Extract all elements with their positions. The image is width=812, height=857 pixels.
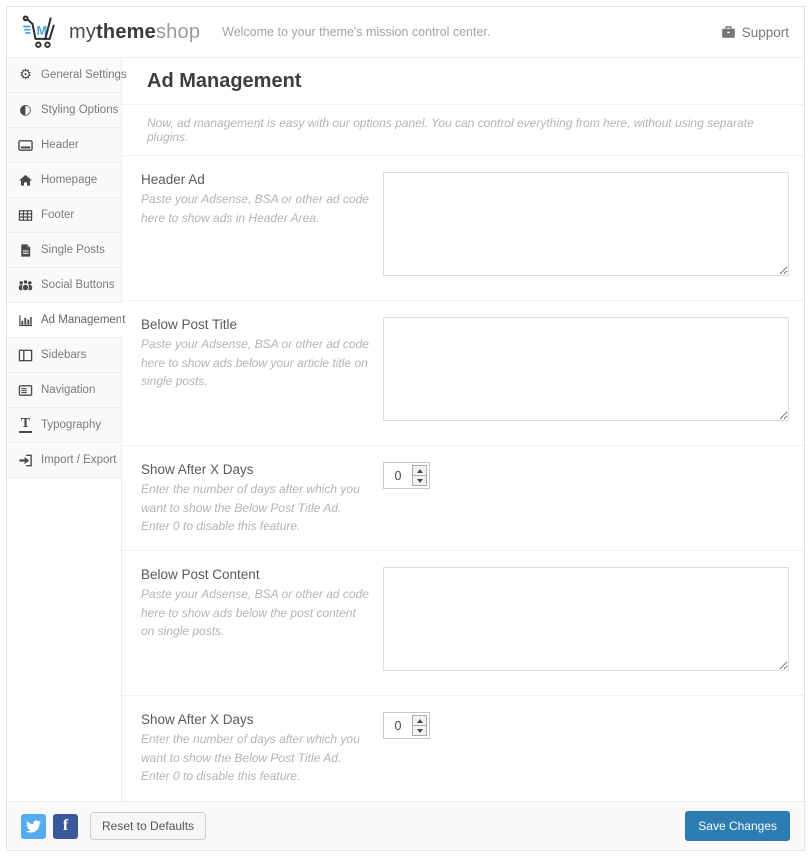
sidebar-item-sidebars[interactable]: Sidebars (7, 338, 121, 373)
field-row-below-post-title: Below Post Title Paste your Adsense, BSA… (122, 301, 804, 446)
chevron-down-icon (416, 478, 423, 483)
sidebar-item-label: Single Posts (41, 244, 105, 256)
twitter-icon[interactable] (21, 813, 46, 839)
sidebar-item-label: Navigation (41, 384, 96, 396)
options-panel: M mythemeshop Welcome to your theme's mi… (6, 6, 805, 851)
sidebar-item-social-buttons[interactable]: Social Buttons (7, 268, 121, 303)
sidebar-item-label: Styling Options (41, 104, 119, 116)
page-description: Now, ad management is easy with our opti… (122, 105, 804, 156)
field-label-block: Show After X Days Enter the number of da… (141, 462, 383, 534)
sidebar-item-label: Import / Export (41, 454, 117, 466)
columns-icon (17, 348, 34, 363)
table-icon (17, 208, 34, 223)
field-row-show-after-x-days-1: Show After X Days Enter the number of da… (122, 446, 804, 551)
sidebar-item-label: Ad Management (41, 314, 126, 326)
bar-chart-icon (17, 313, 34, 328)
top-bar: M mythemeshop Welcome to your theme's mi… (7, 7, 804, 58)
field-label: Below Post Title (141, 317, 238, 332)
spinner-up-button[interactable] (413, 466, 426, 476)
sidebar-item-label: Homepage (41, 174, 98, 186)
field-description: Enter the number of days after which you… (141, 482, 360, 534)
field-row-show-after-x-days-2: Show After X Days Enter the number of da… (122, 696, 804, 801)
field-label: Show After X Days (141, 712, 254, 727)
header-ad-textarea[interactable] (383, 172, 789, 276)
field-label-block: Show After X Days Enter the number of da… (141, 712, 383, 785)
show-after-days-input-1[interactable]: 0 (383, 462, 430, 489)
chevron-down-icon (416, 728, 423, 733)
field-label-block: Below Post Content Paste your Adsense, B… (141, 567, 383, 679)
show-after-days-input-2[interactable]: 0 (383, 712, 430, 739)
cart-logo-icon: M (22, 15, 55, 48)
field-label-block: Below Post Title Paste your Adsense, BSA… (141, 317, 383, 429)
sidebar-nav: ⚙ General Settings ◐ Styling Options Hea… (7, 58, 127, 801)
nav-list-icon (17, 383, 34, 398)
sidebar-item-header[interactable]: Header (7, 128, 121, 163)
sidebar-item-label: Typography (41, 419, 102, 431)
sidebar-item-label: Social Buttons (41, 279, 115, 291)
facebook-icon[interactable]: f (53, 813, 78, 839)
brand-logo: M mythemeshop (22, 13, 200, 51)
field-description: Paste your Adsense, BSA or other ad code… (141, 587, 369, 639)
number-value: 0 (394, 718, 402, 733)
save-changes-button[interactable]: Save Changes (685, 811, 790, 841)
spinner-down-button[interactable] (413, 726, 426, 735)
spinner-up-button[interactable] (413, 716, 426, 726)
sidebar-item-styling-options[interactable]: ◐ Styling Options (7, 93, 121, 128)
body-wrap: ⚙ General Settings ◐ Styling Options Hea… (7, 58, 804, 801)
briefcase-icon (721, 26, 735, 38)
sidebar-item-single-posts[interactable]: Single Posts (7, 233, 121, 268)
below-post-title-textarea[interactable] (383, 317, 789, 421)
field-row-header-ad: Header Ad Paste your Adsense, BSA or oth… (122, 156, 804, 301)
field-label: Below Post Content (141, 567, 260, 582)
contrast-icon: ◐ (19, 102, 32, 118)
field-description: Paste your Adsense, BSA or other ad code… (141, 337, 369, 389)
file-icon (17, 243, 34, 258)
field-row-below-post-content: Below Post Content Paste your Adsense, B… (122, 551, 804, 696)
spinner-down-button[interactable] (413, 476, 426, 485)
brand-name: mythemeshop (69, 20, 201, 43)
sidebar-item-homepage[interactable]: Homepage (7, 163, 121, 198)
sidebar-item-label: Footer (41, 209, 75, 221)
users-icon (17, 278, 34, 293)
sidebar-item-label: Sidebars (41, 349, 87, 361)
below-post-content-textarea[interactable] (383, 567, 789, 671)
chevron-up-icon (416, 468, 423, 473)
sidebar-item-label: General Settings (41, 69, 127, 81)
sign-in-icon (17, 453, 34, 468)
field-label: Show After X Days (141, 462, 254, 477)
gears-icon: ⚙ (19, 67, 32, 83)
support-button[interactable]: Support (721, 25, 789, 40)
field-label: Header Ad (141, 172, 205, 187)
sidebar-item-ad-management[interactable]: Ad Management (7, 303, 125, 338)
header-panel-icon (17, 138, 34, 153)
home-icon (17, 173, 34, 188)
sidebar-item-label: Header (41, 139, 79, 151)
welcome-message: Welcome to your theme's mission control … (222, 25, 491, 39)
chevron-up-icon (416, 718, 423, 723)
text-icon: T (18, 416, 33, 433)
field-description: Paste your Adsense, BSA or other ad code… (141, 192, 369, 225)
page-title: Ad Management (122, 58, 804, 105)
main-content: Ad Management Now, ad management is easy… (122, 58, 804, 801)
sidebar-item-import-export[interactable]: Import / Export (7, 443, 121, 478)
sidebar-item-footer[interactable]: Footer (7, 198, 121, 233)
sidebar-item-navigation[interactable]: Navigation (7, 373, 121, 408)
number-spinner (412, 715, 427, 736)
sidebar-item-typography[interactable]: T Typography (7, 408, 121, 443)
sidebar-item-general-settings[interactable]: ⚙ General Settings (7, 58, 127, 93)
field-description: Enter the number of days after which you… (141, 732, 360, 784)
field-label-block: Header Ad Paste your Adsense, BSA or oth… (141, 172, 383, 284)
number-value: 0 (394, 468, 402, 483)
reset-to-defaults-button[interactable]: Reset to Defaults (90, 812, 207, 840)
number-spinner (412, 465, 427, 486)
support-label: Support (741, 24, 789, 40)
footer-bar: f Reset to Defaults Save Changes (7, 801, 804, 850)
